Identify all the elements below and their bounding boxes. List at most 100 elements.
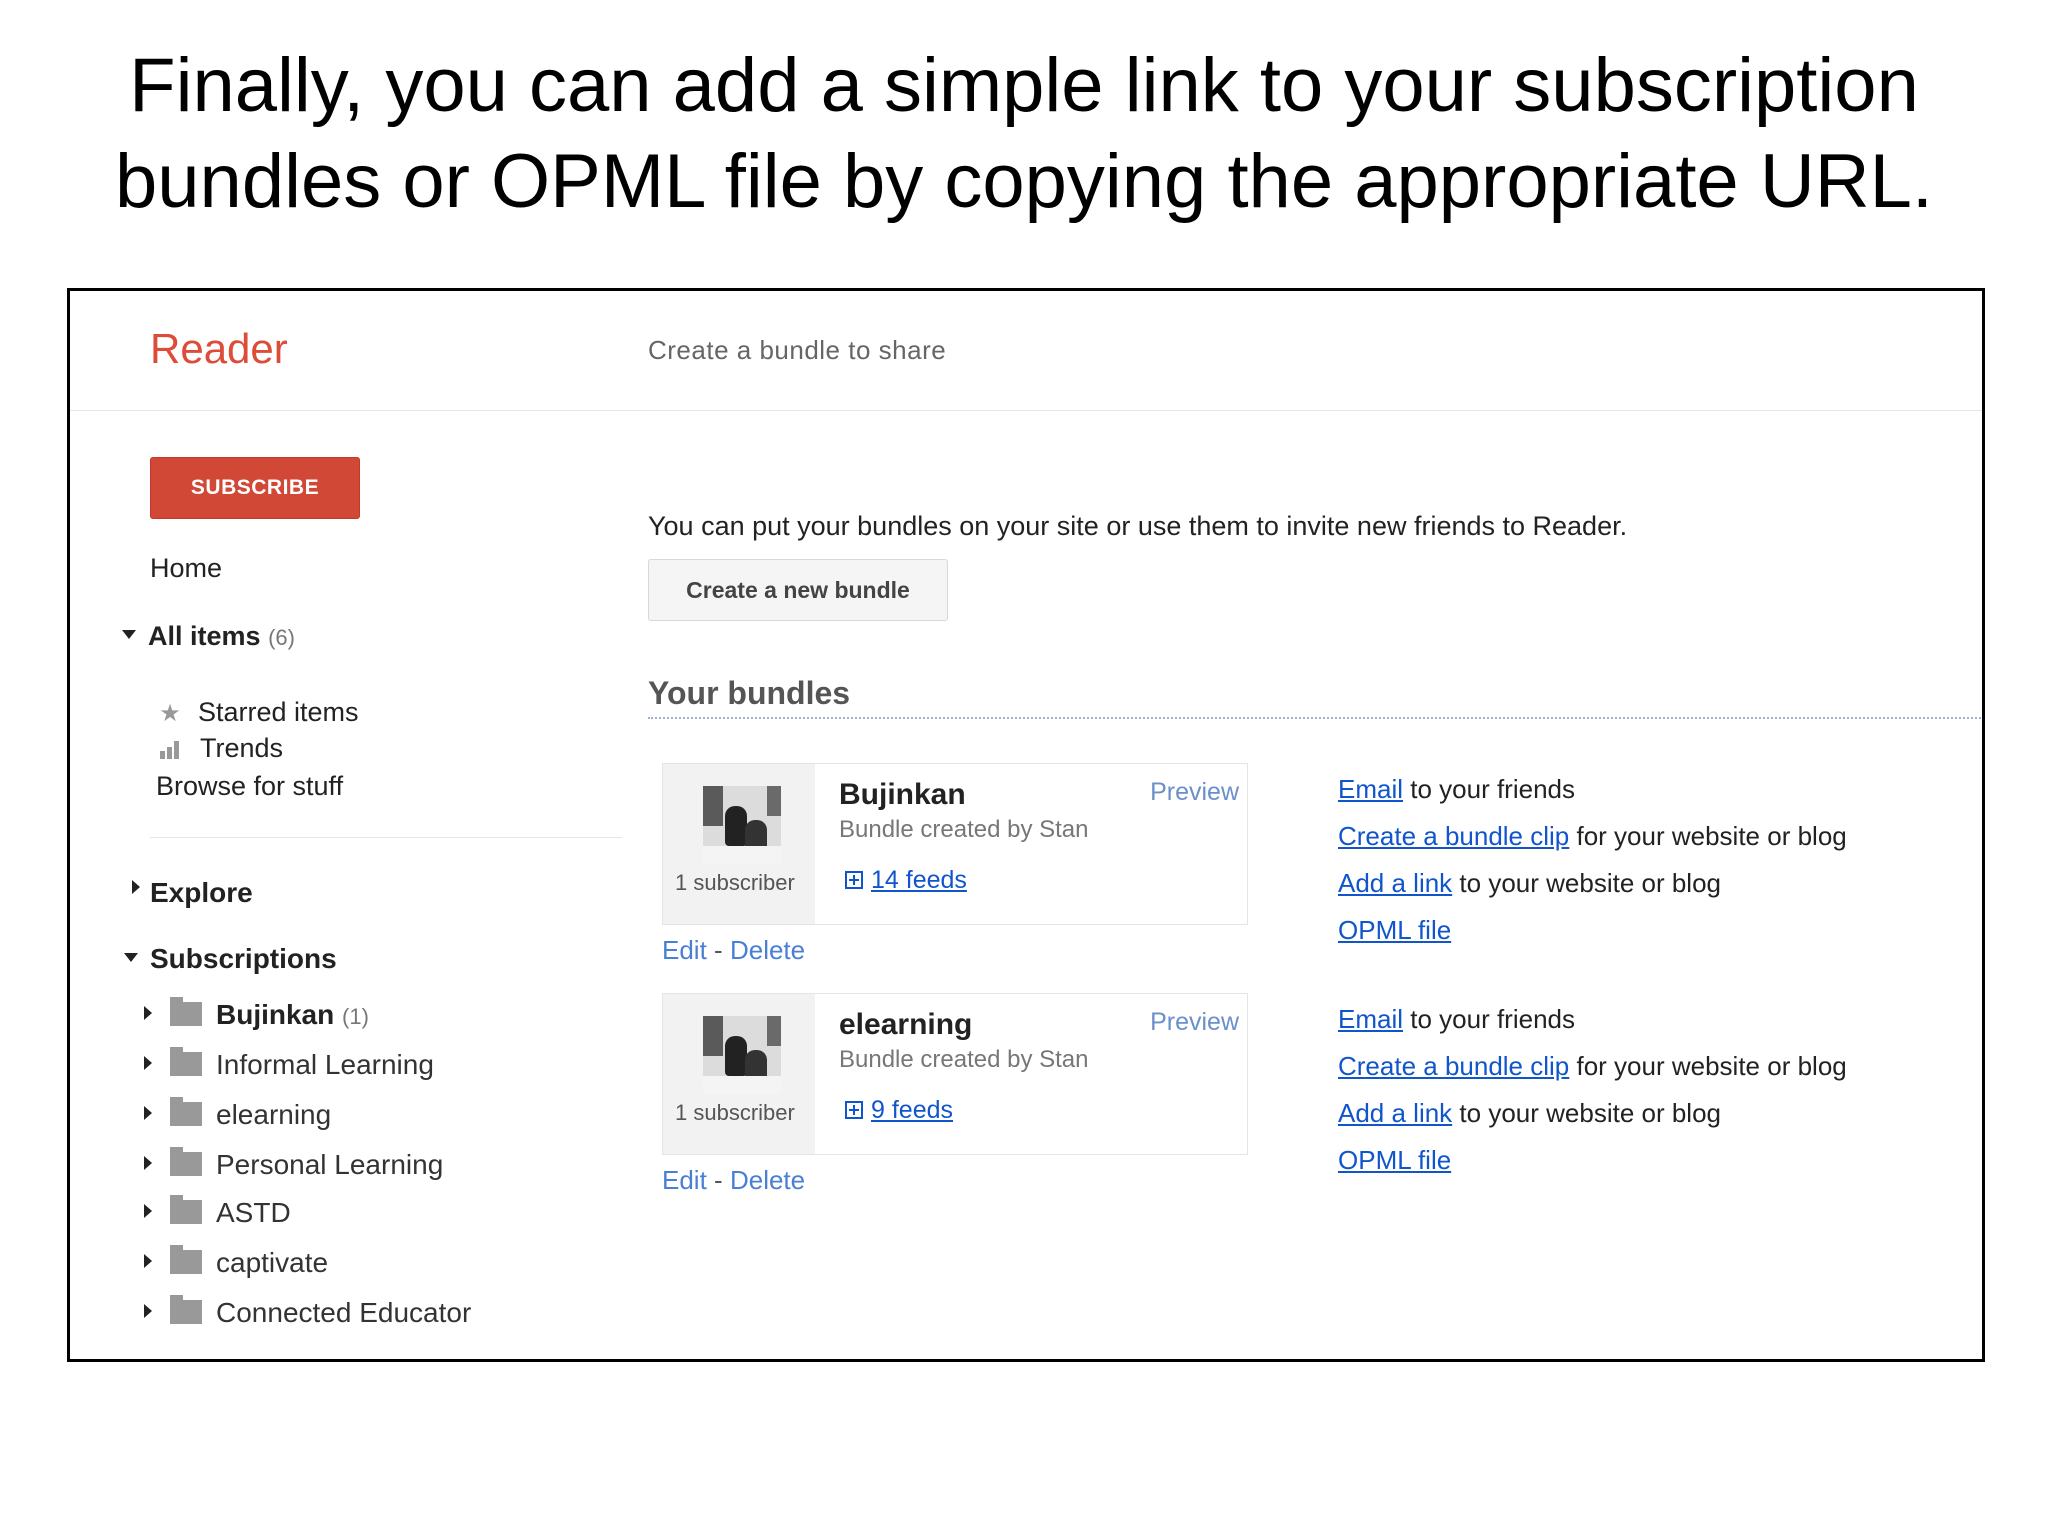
share-add-link-row: Add a link to your website or blog: [1338, 863, 1847, 910]
expand-right-icon[interactable]: [144, 1254, 152, 1268]
opml-file-link[interactable]: OPML file: [1338, 1145, 1451, 1175]
share-clip-row: Create a bundle clip for your website or…: [1338, 1046, 1847, 1093]
folder-item[interactable]: ASTD: [144, 1195, 291, 1237]
caption-line-2: bundles or OPML file by copying the appr…: [115, 139, 1933, 224]
share-text: for your website or blog: [1569, 821, 1847, 851]
nav-subscriptions-label: Subscriptions: [150, 943, 337, 974]
caption-line-1: Finally, you can add a simple link to yo…: [129, 43, 1919, 128]
folder-item[interactable]: captivate: [144, 1245, 329, 1287]
nav-explore[interactable]: Explore: [132, 877, 253, 909]
expand-down-icon[interactable]: [122, 630, 136, 639]
email-link[interactable]: Email: [1338, 1004, 1403, 1034]
folder-icon: [170, 1097, 202, 1126]
nav-trends-label: Trends: [200, 733, 284, 763]
intro-text: You can put your bundles on your site or…: [648, 511, 1628, 541]
bundle-title: Bujinkan: [839, 778, 966, 811]
nav-starred-items[interactable]: ★ Starred items: [156, 697, 359, 728]
nav-subscriptions[interactable]: Subscriptions: [124, 943, 337, 975]
separator: -: [714, 935, 723, 965]
edit-link[interactable]: Edit: [662, 935, 707, 965]
delete-link[interactable]: Delete: [730, 1165, 805, 1195]
share-text: to your website or blog: [1452, 1098, 1721, 1128]
bundle-card: 1 subscriber Bujinkan Bundle created by …: [662, 763, 1248, 925]
folder-item[interactable]: Connected Educator: [144, 1295, 472, 1337]
folder-item[interactable]: Informal Learning: [144, 1047, 434, 1089]
expand-right-icon[interactable]: [144, 1204, 152, 1218]
create-new-bundle-button[interactable]: Create a new bundle: [648, 559, 948, 621]
subscribe-button[interactable]: SUBSCRIBE: [150, 457, 360, 519]
folder-icon: [170, 1195, 202, 1224]
section-divider: [648, 717, 1982, 719]
folder-icon: [170, 997, 202, 1026]
folder-icon: [170, 1245, 202, 1274]
email-link[interactable]: Email: [1338, 774, 1403, 804]
share-options: Email to your friends Create a bundle cl…: [1338, 769, 1847, 957]
folder-item[interactable]: Personal Learning: [144, 1147, 444, 1189]
bundle-thumb-panel: 1 subscriber: [663, 994, 815, 1154]
all-items-count: (6): [268, 625, 295, 650]
preview-link[interactable]: Preview: [1150, 1008, 1239, 1037]
expand-right-icon[interactable]: [144, 1006, 152, 1020]
nav-explore-label: Explore: [150, 877, 253, 908]
top-bar: Reader Create a bundle to share: [70, 291, 1982, 411]
nav-all-items-label: All items: [148, 621, 261, 651]
screenshot-frame: Reader Create a bundle to share SUBSCRIB…: [67, 288, 1985, 1362]
subscriber-count: 1 subscriber: [675, 1100, 795, 1125]
folder-icon: [170, 1047, 202, 1076]
nav-all-items[interactable]: All items (6): [122, 621, 295, 652]
folder-label: captivate: [216, 1247, 329, 1278]
create-bundle-clip-link[interactable]: Create a bundle clip: [1338, 821, 1569, 851]
delete-link[interactable]: Delete: [730, 935, 805, 965]
opml-file-link[interactable]: OPML file: [1338, 915, 1451, 945]
share-email-row: Email to your friends: [1338, 999, 1847, 1046]
bundle-title: elearning: [839, 1008, 973, 1041]
feeds-link[interactable]: 14 feeds: [845, 866, 967, 895]
edit-delete-row: Edit - Delete: [662, 935, 805, 966]
add-a-link-link[interactable]: Add a link: [1338, 1098, 1452, 1128]
folder-label: Personal Learning: [216, 1149, 444, 1180]
share-email-row: Email to your friends: [1338, 769, 1847, 816]
share-opml-row: OPML file: [1338, 1140, 1847, 1187]
nav-trends[interactable]: Trends: [156, 733, 283, 764]
edit-link[interactable]: Edit: [662, 1165, 707, 1195]
expand-right-icon[interactable]: [144, 1156, 152, 1170]
feeds-count: 14 feeds: [871, 866, 967, 894]
nav-home[interactable]: Home: [150, 553, 222, 584]
section-title: Your bundles: [648, 675, 851, 711]
bundle-creator: Bundle created by Stan: [839, 816, 1089, 843]
edit-delete-row: Edit - Delete: [662, 1165, 805, 1196]
share-opml-row: OPML file: [1338, 910, 1847, 957]
create-bundle-clip-link[interactable]: Create a bundle clip: [1338, 1051, 1569, 1081]
expand-down-icon[interactable]: [124, 953, 138, 962]
bar-chart-icon: [160, 741, 182, 759]
reader-logo[interactable]: Reader: [150, 325, 288, 373]
feeds-count: 9 feeds: [871, 1096, 954, 1124]
main-content: You can put your bundles on your site or…: [648, 411, 1982, 1359]
folder-label: Connected Educator: [216, 1297, 472, 1328]
add-a-link-link[interactable]: Add a link: [1338, 868, 1452, 898]
share-text: to your friends: [1403, 1004, 1575, 1034]
bundle-avatar: [703, 1016, 781, 1094]
expand-plus-icon[interactable]: [845, 871, 863, 889]
folder-item[interactable]: Bujinkan (1): [144, 997, 369, 1039]
share-add-link-row: Add a link to your website or blog: [1338, 1093, 1847, 1140]
folder-item[interactable]: elearning: [144, 1097, 331, 1139]
subscriber-count: 1 subscriber: [675, 870, 795, 895]
expand-right-icon[interactable]: [132, 880, 140, 894]
feeds-link[interactable]: 9 feeds: [845, 1096, 953, 1125]
share-clip-row: Create a bundle clip for your website or…: [1338, 816, 1847, 863]
expand-right-icon[interactable]: [144, 1106, 152, 1120]
bundle-avatar: [703, 786, 781, 864]
bundle-thumb-panel: 1 subscriber: [663, 764, 815, 924]
expand-plus-icon[interactable]: [845, 1101, 863, 1119]
separator: -: [714, 1165, 723, 1195]
share-text: to your friends: [1403, 774, 1575, 804]
share-text: for your website or blog: [1569, 1051, 1847, 1081]
preview-link[interactable]: Preview: [1150, 778, 1239, 807]
share-text: to your website or blog: [1452, 868, 1721, 898]
expand-right-icon[interactable]: [144, 1056, 152, 1070]
nav-browse-for-stuff[interactable]: Browse for stuff: [156, 771, 343, 802]
share-options: Email to your friends Create a bundle cl…: [1338, 999, 1847, 1187]
expand-right-icon[interactable]: [144, 1304, 152, 1318]
nav-starred-label: Starred items: [198, 697, 359, 727]
